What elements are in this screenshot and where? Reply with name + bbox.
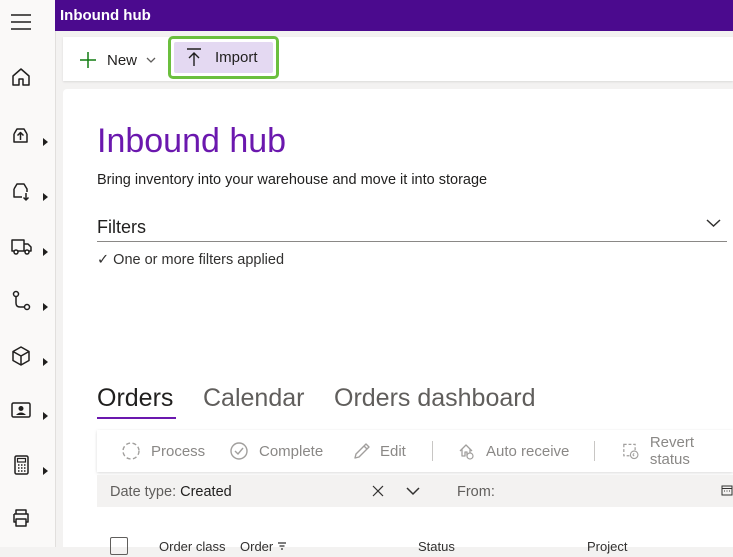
filter-icon (277, 542, 286, 550)
menu-icon[interactable] (10, 4, 50, 40)
expand-caret-icon (43, 248, 48, 256)
toolbar-separator (594, 441, 595, 461)
edit-label: Edit (380, 442, 406, 460)
expand-caret-icon (43, 193, 48, 201)
expand-caret-icon (43, 412, 48, 420)
new-button-label: New (107, 51, 138, 69)
action-bar: Process Complete Edit Auto receive Rever… (97, 430, 733, 472)
truck-icon[interactable] (10, 228, 50, 264)
edit-button[interactable]: Edit (352, 440, 406, 462)
chevron-down-icon (146, 57, 156, 63)
main-panel: Inbound hub Bring inventory into your wa… (63, 89, 733, 555)
page-description: Bring inventory into your warehouse and … (97, 172, 488, 188)
filters-status: ✓ One or more filters applied (97, 252, 285, 268)
revert-status-icon (623, 443, 639, 460)
flow-icon[interactable] (10, 283, 50, 319)
import-button[interactable]: Import (168, 36, 279, 79)
select-all-checkbox[interactable] (110, 537, 128, 555)
top-bar: Inbound hub (55, 0, 733, 31)
divider (97, 241, 727, 242)
process-label: Process (151, 442, 206, 460)
complete-label: Complete (259, 442, 324, 460)
left-nav (0, 0, 56, 547)
auto-receive-icon (459, 444, 474, 460)
date-type-field[interactable]: Date type: Created (110, 484, 232, 500)
date-type-value: Created (180, 484, 232, 500)
tab-orders[interactable]: Orders (97, 384, 173, 413)
complete-button[interactable]: Complete (229, 440, 323, 462)
calculator-icon[interactable] (10, 447, 50, 483)
command-bar: New Import (63, 36, 733, 81)
upload-arrow-icon (187, 48, 201, 66)
new-button[interactable]: New (79, 47, 156, 73)
page-title: Inbound hub (97, 122, 287, 160)
pencil-icon (354, 443, 370, 459)
active-tab-indicator (97, 417, 176, 419)
calendar-icon[interactable] (721, 484, 733, 496)
import-button-label: Import (215, 49, 258, 66)
expand-caret-icon (43, 358, 48, 366)
printer-icon[interactable] (10, 500, 50, 536)
tab-orders-dashboard[interactable]: Orders dashboard (334, 384, 536, 413)
add-icon (80, 52, 96, 68)
expand-caret-icon (43, 138, 48, 146)
cube-icon[interactable] (10, 338, 50, 374)
from-label: From: (457, 484, 495, 500)
contact-card-icon[interactable] (10, 392, 50, 428)
revert-status-label: Revert status (649, 434, 695, 468)
toolbar-separator (432, 441, 433, 461)
chevron-down-icon[interactable] (406, 487, 420, 496)
download-box-icon[interactable] (10, 173, 50, 209)
app-title: Inbound hub (60, 7, 151, 24)
date-type-label: Date type: (110, 484, 177, 500)
clear-icon[interactable] (372, 485, 384, 497)
process-icon (122, 442, 140, 460)
process-button[interactable]: Process (121, 440, 205, 462)
expand-caret-icon (43, 303, 48, 311)
home-icon[interactable] (10, 59, 50, 95)
checkmark-circle-icon (230, 442, 248, 460)
tab-calendar[interactable]: Calendar (203, 384, 304, 413)
chevron-down-icon[interactable] (706, 218, 721, 228)
grid-header: Order class Order Status Project (97, 537, 733, 557)
expand-caret-icon (43, 467, 48, 475)
auto-receive-label: Auto receive (486, 442, 570, 460)
filters-header[interactable]: Filters (97, 217, 146, 238)
revert-status-button[interactable]: Revert status (621, 434, 733, 468)
auto-receive-button[interactable]: Auto receive (456, 440, 569, 462)
upload-box-icon[interactable] (10, 118, 50, 154)
filter-row: Date type: Created From: (97, 475, 733, 507)
